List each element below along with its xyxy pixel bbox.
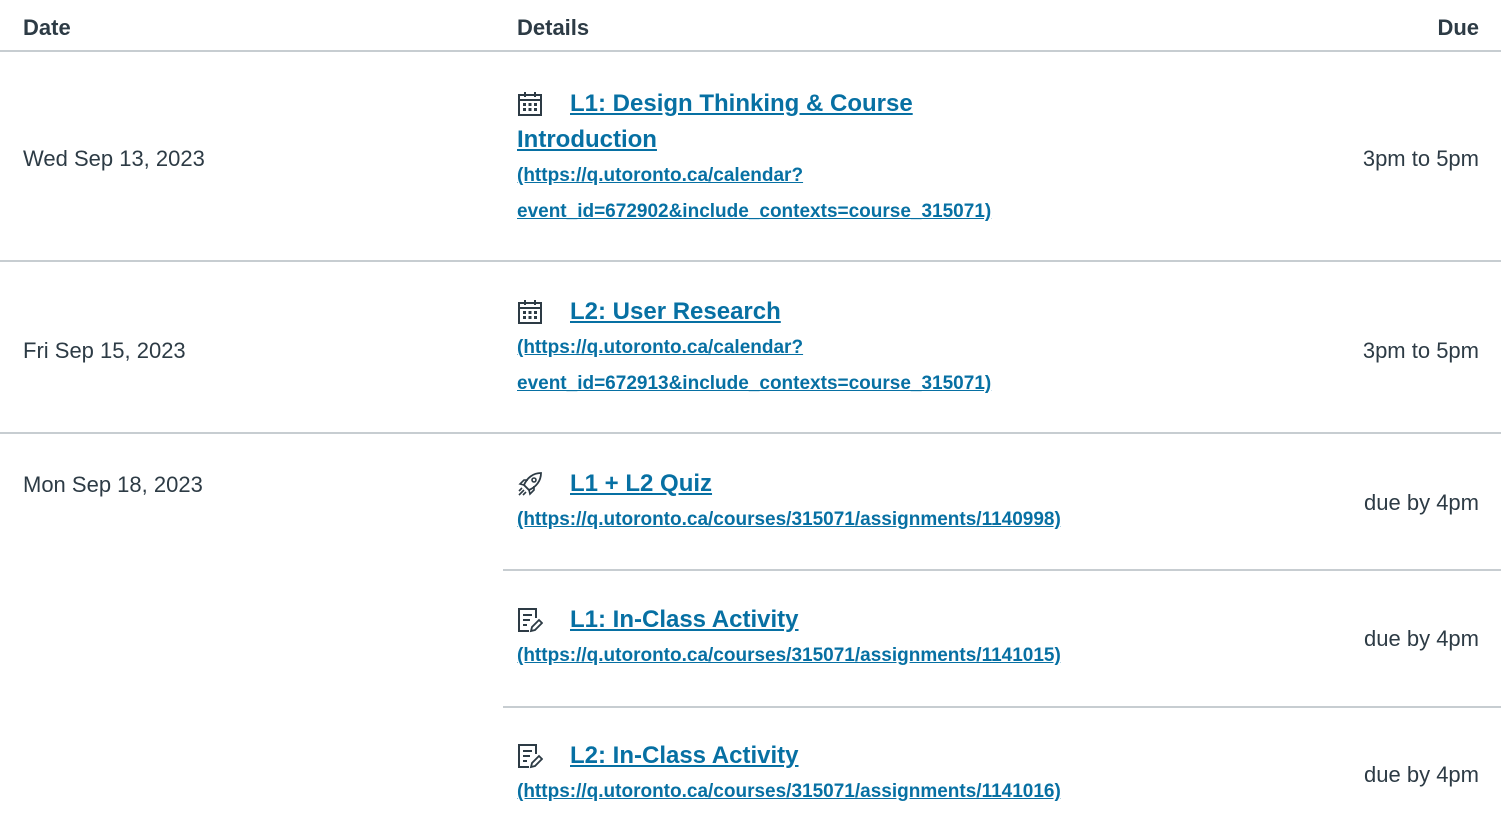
column-header-details: Details	[517, 15, 590, 40]
event-title: L1: Design Thinking & Course Introductio…	[517, 90, 913, 153]
row-date: Wed Sep 13, 2023	[23, 146, 205, 171]
event-url-link[interactable]: (https://q.utoronto.ca/calendar? event_id…	[517, 330, 1237, 402]
event-url-line: (https://q.utoronto.ca/calendar?	[517, 337, 804, 358]
assignment-icon	[518, 744, 543, 769]
row-divider	[503, 569, 1501, 571]
assignment-icon	[518, 608, 543, 633]
row-details: L2: User Research (https://q.utoronto.ca…	[517, 294, 1237, 402]
row-due: due by 4pm	[1364, 490, 1479, 515]
assignment-link[interactable]: L2: In-Class Activity	[517, 738, 1237, 774]
row-details: L1: Design Thinking & Course Introductio…	[517, 86, 1237, 230]
row-divider	[0, 432, 1501, 434]
table-header: Date Details Due	[0, 0, 1501, 52]
row-date: Fri Sep 15, 2023	[23, 338, 186, 363]
calendar-icon	[518, 300, 542, 324]
assignment-title: L1 + L2 Quiz	[570, 470, 713, 497]
row-due: due by 4pm	[1364, 762, 1479, 787]
assignment-url-line: (https://q.utoronto.ca/courses/315071/as…	[517, 781, 1061, 802]
event-url-link[interactable]: (https://q.utoronto.ca/calendar? event_id…	[517, 158, 1237, 230]
column-header-date: Date	[23, 15, 71, 40]
row-due: 3pm to 5pm	[1362, 338, 1479, 363]
assignment-link[interactable]: L1: In-Class Activity	[517, 602, 1237, 638]
calendar-icon	[518, 92, 542, 116]
row-divider	[0, 260, 1501, 262]
row-details: L1: In-Class Activity (https://q.utoront…	[517, 602, 1237, 674]
event-url-line: event_id=672913&include_contexts=course_…	[517, 373, 992, 394]
event-link[interactable]: L2: User Research	[517, 294, 1237, 330]
event-title: L2: User Research	[570, 298, 781, 325]
row-details: L1 + L2 Quiz (https://q.utoronto.ca/cour…	[517, 466, 1237, 538]
assignment-url-line: (https://q.utoronto.ca/courses/315071/as…	[517, 645, 1061, 666]
event-link[interactable]: L1: Design Thinking & Course Introductio…	[517, 86, 977, 158]
assignment-link[interactable]: L1 + L2 Quiz	[517, 466, 1237, 502]
row-date: Mon Sep 18, 2023	[23, 472, 203, 497]
row-due: due by 4pm	[1364, 626, 1479, 651]
assignment-url-link[interactable]: (https://q.utoronto.ca/courses/315071/as…	[517, 638, 1237, 674]
row-due: 3pm to 5pm	[1362, 146, 1479, 171]
assignment-title: L2: In-Class Activity	[570, 742, 799, 769]
assignment-url-link[interactable]: (https://q.utoronto.ca/courses/315071/as…	[517, 502, 1237, 538]
column-header-due: Due	[1437, 15, 1479, 40]
assignment-title: L1: In-Class Activity	[570, 606, 799, 633]
assignment-url-line: (https://q.utoronto.ca/courses/315071/as…	[517, 509, 1061, 530]
event-url-line: event_id=672902&include_contexts=course_…	[517, 201, 992, 222]
assignment-url-link[interactable]: (https://q.utoronto.ca/courses/315071/as…	[517, 774, 1237, 810]
rocket-icon	[518, 472, 542, 496]
event-url-line: (https://q.utoronto.ca/calendar?	[517, 165, 804, 186]
row-details: L2: In-Class Activity (https://q.utoront…	[517, 738, 1237, 810]
row-divider	[503, 706, 1501, 708]
